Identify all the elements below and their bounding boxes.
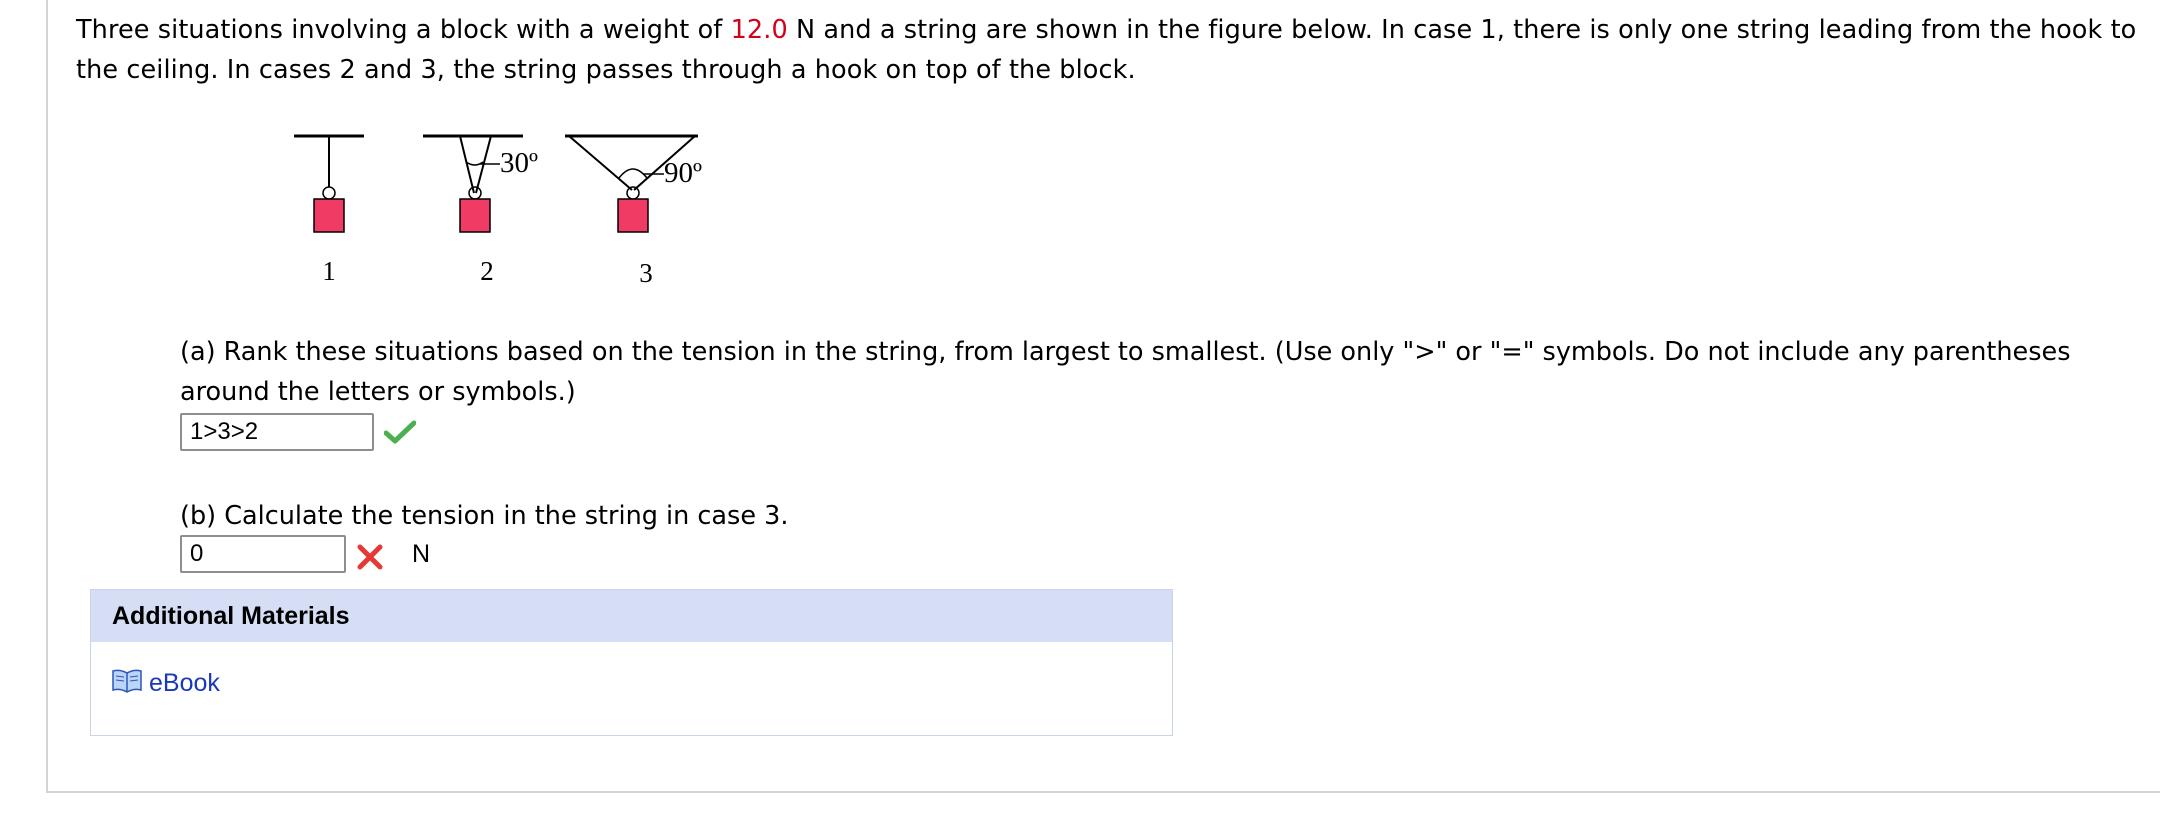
hook-2 (468, 186, 482, 200)
case-2-diagram: 30º 2 (423, 134, 538, 286)
block-1 (313, 198, 345, 233)
x-icon (356, 543, 384, 575)
case-1-diagram: 1 (294, 134, 364, 286)
weight-value: 12.0 (730, 15, 788, 45)
part-b-answer-input[interactable]: 0 (180, 535, 346, 573)
angle-label-2: 30º (500, 147, 538, 179)
part-a-prompt: (a) Rank these situations based on the t… (180, 337, 2071, 407)
case-3-label: 3 (639, 258, 653, 288)
case-2-label: 2 (480, 256, 494, 286)
part-b-unit: N (412, 540, 431, 568)
question-text: Three situations involving a block with … (76, 10, 2146, 90)
hook-3 (626, 186, 640, 200)
ebook-label: eBook (149, 668, 220, 697)
part-a-answer-input[interactable]: 1>3>2 (180, 413, 374, 451)
string-block-figure: 1 30º 2 90º 3 (280, 120, 760, 300)
angle-arc-3 (618, 168, 648, 179)
part-b-prompt: (b) Calculate the tension in the string … (180, 501, 789, 531)
book-icon (111, 668, 143, 698)
ebook-link[interactable]: eBook (111, 668, 220, 698)
case-1-label: 1 (322, 256, 336, 286)
case-3-diagram: 90º 3 (565, 134, 702, 288)
hook-1 (322, 186, 336, 200)
string-3-left (568, 135, 633, 191)
intro-text-start: Three situations involving a block with … (76, 15, 731, 45)
block-2 (459, 198, 491, 233)
block-3 (617, 198, 649, 233)
angle-label-3: 90º (664, 157, 702, 189)
additional-materials-header: Additional Materials (91, 590, 1172, 642)
additional-materials-panel: Additional Materials eBook (90, 589, 1173, 736)
check-icon (383, 420, 417, 448)
